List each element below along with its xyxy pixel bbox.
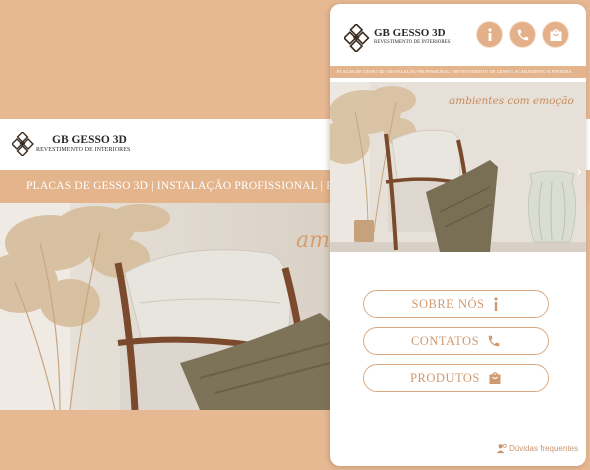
products-label: PRODUTOS <box>410 370 480 385</box>
desktop-hero-tagline: am <box>296 228 330 253</box>
header-info-button[interactable] <box>476 21 503 48</box>
logo-subtitle: REVESTIMENTO DE INTERIORES <box>36 147 131 153</box>
mobile-hero-tagline: ambientes com emoção <box>449 95 574 107</box>
mobile-nav-bar[interactable]: PLACAS DE GESSO 3D | INSTALAÇÃO PROFISSI… <box>330 66 586 78</box>
desktop-hero-image <box>0 203 332 410</box>
info-icon <box>487 27 492 41</box>
contacts-label: CONTATOS <box>410 333 480 348</box>
mobile-mockup: GB GESSO 3D REVESTIMENTO DE INTERIORES P… <box>330 4 586 466</box>
carousel-next-arrow[interactable]: › <box>576 164 582 180</box>
products-button[interactable]: PRODUTOS <box>363 364 549 392</box>
desktop-logo[interactable]: GB GESSO 3D REVESTIMENTO DE INTERIORES <box>12 132 152 158</box>
about-us-button[interactable]: SOBRE NÓS <box>363 290 549 318</box>
help-person-icon <box>496 443 507 454</box>
phone-icon <box>517 29 528 40</box>
logo-name: GB GESSO 3D <box>374 27 446 39</box>
header-shop-button[interactable] <box>542 21 569 48</box>
mobile-hero-image <box>330 82 586 252</box>
faq-link[interactable]: Dúvidas frequentes <box>496 443 578 454</box>
logo-diamond-icon <box>12 132 34 156</box>
logo-diamond-icon <box>344 24 370 52</box>
mobile-logo[interactable]: GB GESSO 3D REVESTIMENTO DE INTERIORES <box>344 24 464 52</box>
phone-icon <box>487 334 501 348</box>
contacts-button[interactable]: CONTATOS <box>363 327 549 355</box>
logo-subtitle: REVESTIMENTO DE INTERIORES <box>374 40 451 45</box>
info-icon <box>492 296 500 312</box>
logo-name: GB GESSO 3D <box>52 134 127 146</box>
header-icon-group <box>476 21 569 48</box>
about-us-label: SOBRE NÓS <box>411 296 485 311</box>
mockup-stage: GB GESSO 3D REVESTIMENTO DE INTERIORES P… <box>0 0 590 470</box>
shopping-bag-icon <box>488 371 502 385</box>
header-phone-button[interactable] <box>509 21 536 48</box>
shopping-bag-icon <box>550 28 561 41</box>
faq-label: Dúvidas frequentes <box>509 444 578 453</box>
